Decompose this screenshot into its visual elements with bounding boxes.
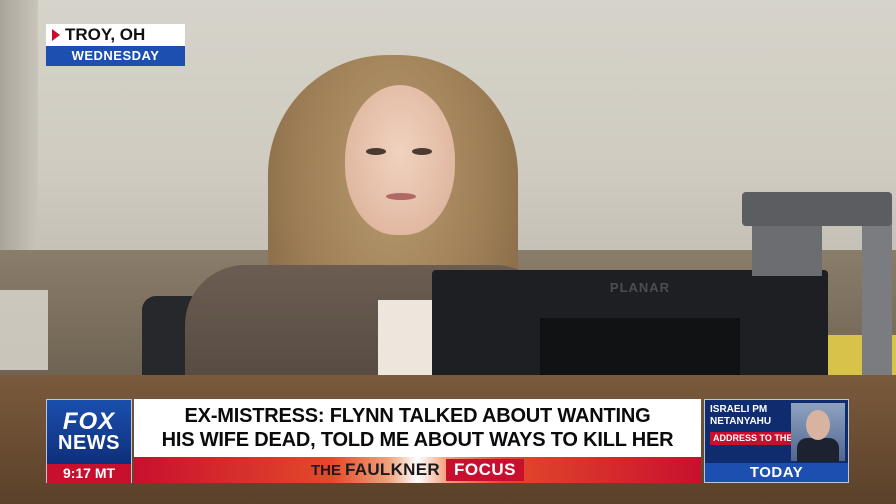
location-day: WEDNESDAY xyxy=(46,46,185,66)
promo-text: ISRAELI PM NETANYAHU ADDRESS TO THE U.N. xyxy=(710,404,816,446)
promo-line-2: NETANYAHU xyxy=(710,416,772,427)
show-highlight: FOCUS xyxy=(445,459,524,481)
headline-line-1: EX-MISTRESS: FLYNN TALKED ABOUT WANTING xyxy=(184,405,651,427)
lamp-arm xyxy=(752,226,822,276)
location-city: TROY, OH xyxy=(65,25,146,44)
headline-line-2: HIS WIFE DEAD, TOLD ME ABOUT WAYS TO KIL… xyxy=(161,429,674,451)
headline-chyron: EX-MISTRESS: FLYNN TALKED ABOUT WANTING … xyxy=(134,399,701,457)
witness-mouth xyxy=(386,193,416,200)
witness-left-eye xyxy=(366,148,386,155)
show-prefix: THE xyxy=(311,461,342,479)
logo-news: NEWS xyxy=(58,432,120,454)
location-city-row: TROY, OH xyxy=(46,24,185,46)
play-arrow-icon xyxy=(52,29,60,41)
promo-when: TODAY xyxy=(705,463,848,482)
lamp-post xyxy=(862,220,892,400)
lamp-head xyxy=(742,192,892,226)
witness-right-eye xyxy=(412,148,432,155)
promo-photo-suit xyxy=(797,438,839,462)
witness-face xyxy=(345,85,455,235)
network-bug: FOX NEWS 9:17 MT xyxy=(46,399,132,483)
logo-fox: FOX xyxy=(62,408,116,435)
show-name: FAULKNER xyxy=(345,460,440,479)
promo-photo-head xyxy=(806,410,830,440)
location-bug: TROY, OH WEDNESDAY xyxy=(46,24,185,66)
evidence-box xyxy=(0,290,48,370)
broadcast-time: 9:17 MT xyxy=(47,464,131,483)
show-title-bar: THE FAULKNER FOCUS xyxy=(134,457,701,483)
fox-news-logo: FOX NEWS xyxy=(47,400,131,464)
monitor-brand: PLANAR xyxy=(609,280,671,295)
promo-line-1: ISRAELI PM xyxy=(710,404,768,415)
promo-box: ISRAELI PM NETANYAHU ADDRESS TO THE U.N.… xyxy=(704,399,849,483)
